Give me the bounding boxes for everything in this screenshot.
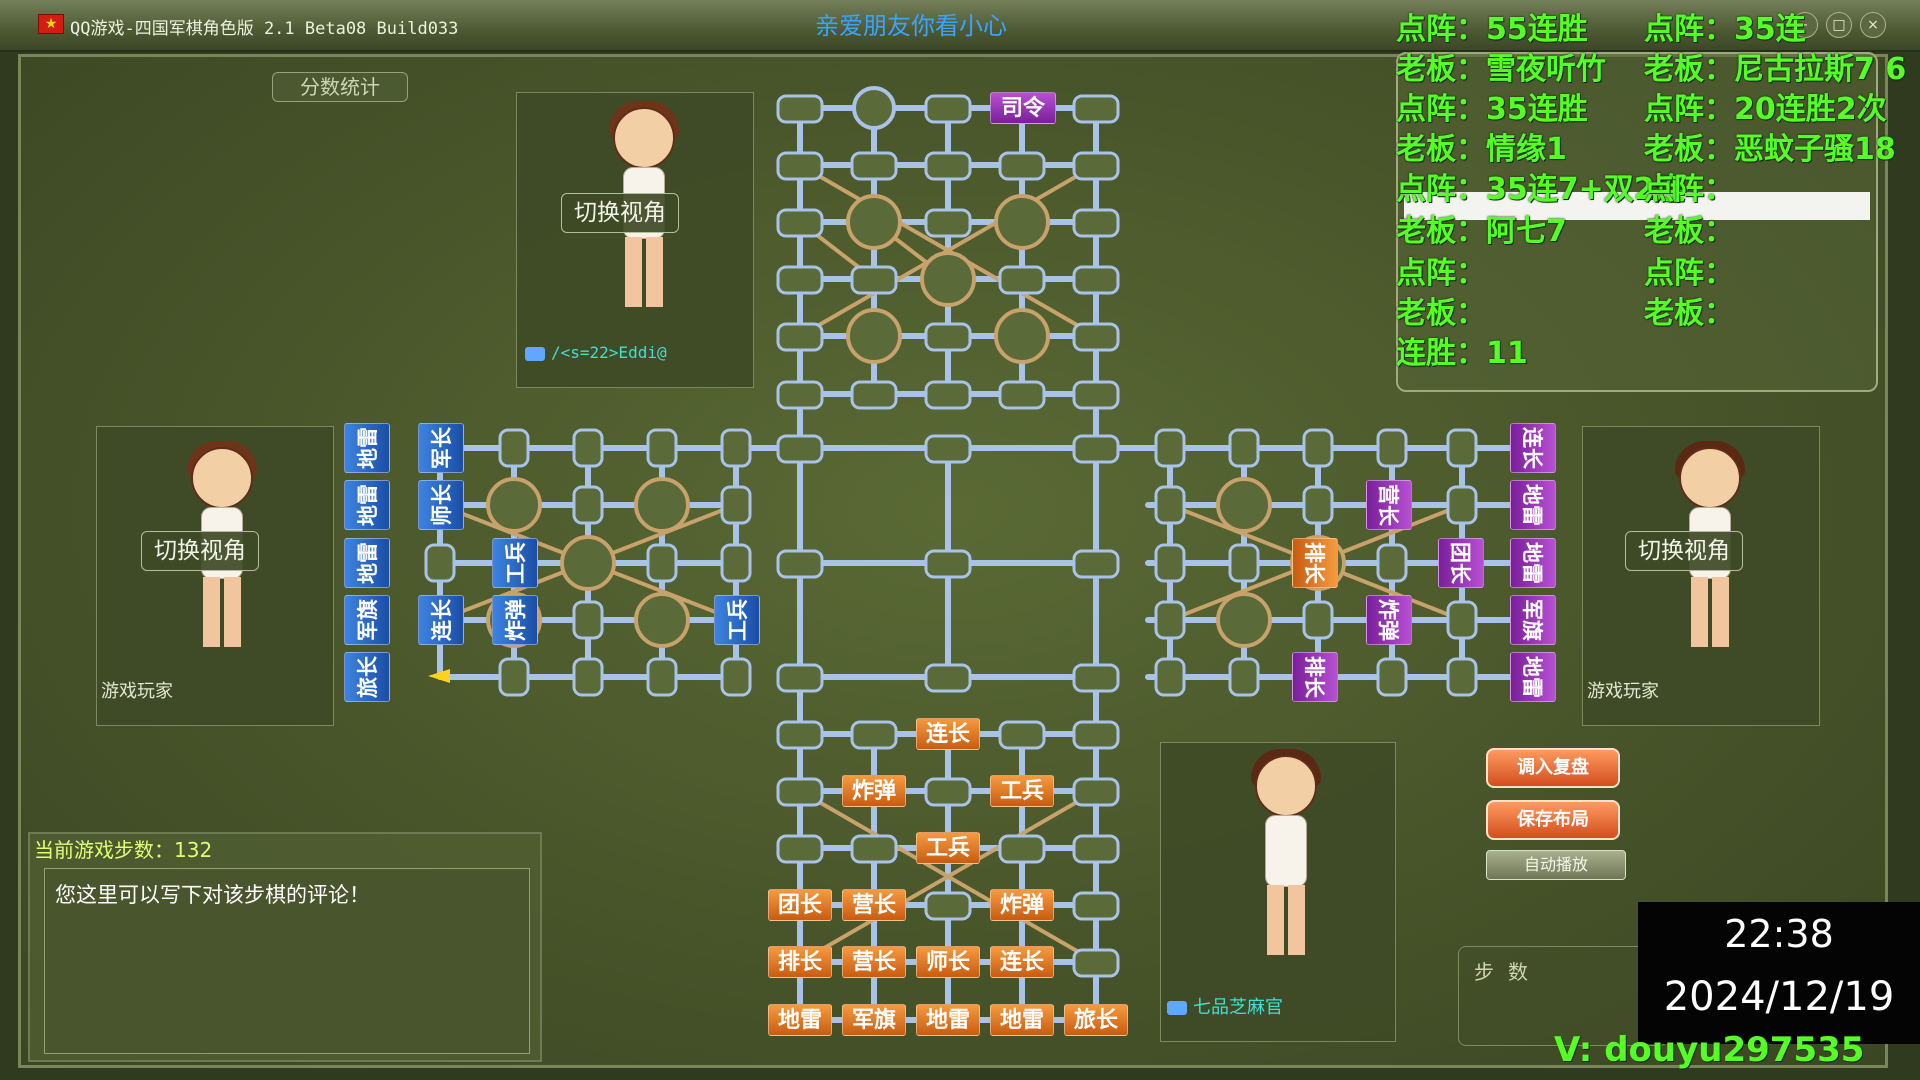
overlay-text: 点阵：20连胜2次 — [1644, 92, 1887, 127]
right-player-name: 游戏玩家 — [1587, 681, 1659, 702]
piece-right[interactable]: 排长 — [1292, 538, 1338, 588]
piece-right[interactable]: 地雷 — [1510, 652, 1556, 702]
piece-bottom[interactable]: 团长 — [768, 889, 832, 921]
piece-right[interactable]: 地雷 — [1510, 538, 1556, 588]
piece-left[interactable]: 师长 — [418, 480, 464, 530]
piece-bottom[interactable]: 师长 — [916, 946, 980, 978]
left-player-name: 游戏玩家 — [101, 681, 173, 702]
overlay-text: 点阵： — [1644, 256, 1734, 291]
auto-play-button[interactable]: 自动播放 — [1486, 850, 1626, 880]
piece-bottom[interactable]: 旅长 — [1064, 1004, 1128, 1036]
streamer-watermark: V: douyu297535 — [1554, 1030, 1865, 1070]
piece-bottom[interactable]: 炸弹 — [990, 889, 1054, 921]
overlay-text: 点阵： — [1396, 256, 1486, 291]
piece-bottom[interactable]: 军旗 — [842, 1004, 906, 1036]
piece-right[interactable]: 军旗 — [1510, 595, 1556, 645]
piece-right[interactable]: 排长 — [1292, 652, 1338, 702]
bottom-player-name-text: 七品芝麻官 — [1193, 997, 1283, 1018]
piece-left[interactable]: 工兵 — [492, 538, 538, 588]
overlay-text: 点阵：35连7+双2连 — [1396, 172, 1685, 207]
switch-view-button-top[interactable]: 切换视角 — [561, 193, 679, 233]
overlay-text: 老板：情缘1 — [1396, 132, 1567, 167]
piece-left[interactable]: 炸弹 — [492, 595, 538, 645]
system-clock: 22:38 2024/12/19 — [1638, 902, 1920, 1044]
piece-left[interactable]: 工兵 — [714, 595, 760, 645]
piece-bottom[interactable]: 连长 — [916, 718, 980, 750]
overlay-text: 老板： — [1644, 296, 1734, 331]
overlay-text: 点阵：35连胜 — [1396, 92, 1588, 127]
piece-left[interactable]: 连长 — [418, 595, 464, 645]
piece-right[interactable]: 团长 — [1438, 538, 1484, 588]
overlay-text: 点阵：55连胜 — [1396, 12, 1588, 47]
piece-bottom[interactable]: 工兵 — [916, 832, 980, 864]
right-player-panel: 切换视角 游戏玩家 — [1582, 426, 1820, 726]
piece-bottom[interactable]: 营长 — [842, 946, 906, 978]
top-player-panel: 切换视角 /<s=22>Eddi@ — [516, 92, 754, 388]
piece-right[interactable]: 营长 — [1366, 480, 1412, 530]
bottom-player-avatar — [1237, 749, 1321, 955]
piece-top[interactable]: 司令 — [990, 92, 1056, 124]
step-count-label: 当前游戏步数：132 — [34, 838, 213, 862]
top-player-name: /<s=22>Eddi@ — [525, 343, 667, 362]
overlay-text: 老板：雪夜听竹 — [1396, 52, 1606, 87]
overlay-text: 老板： — [1644, 214, 1734, 249]
piece-left[interactable]: 军长 — [418, 423, 464, 473]
piece-bottom[interactable]: 炸弹 — [842, 775, 906, 807]
switch-view-button-left[interactable]: 切换视角 — [141, 531, 259, 571]
gem-icon — [525, 346, 545, 361]
piece-left[interactable]: 地雷 — [344, 423, 390, 473]
piece-left[interactable]: 军旗 — [344, 595, 390, 645]
comment-input[interactable]: 您这里可以写下对该步棋的评论！ — [44, 868, 530, 1054]
bottom-player-name: 七品芝麻官 — [1167, 993, 1283, 1019]
left-player-panel: 切换视角 游戏玩家 — [96, 426, 334, 726]
piece-left[interactable]: 旅长 — [344, 652, 390, 702]
clock-date: 2024/12/19 — [1663, 974, 1895, 1020]
piece-left[interactable]: 地雷 — [344, 538, 390, 588]
overlay-text: 点阵： — [1644, 172, 1734, 207]
top-player-name-text: /<s=22>Eddi@ — [551, 343, 667, 362]
piece-bottom[interactable]: 连长 — [990, 946, 1054, 978]
overlay-text: 点阵：35连 — [1644, 12, 1806, 47]
piece-bottom[interactable]: 工兵 — [990, 775, 1054, 807]
piece-bottom[interactable]: 营长 — [842, 889, 906, 921]
piece-left[interactable]: 地雷 — [344, 480, 390, 530]
clock-time: 22:38 — [1724, 912, 1834, 956]
gem-icon — [1167, 1001, 1187, 1015]
overlay-text: 老板：阿七7 — [1396, 214, 1567, 249]
piece-right[interactable]: 地雷 — [1510, 480, 1556, 530]
save-layout-button[interactable]: 保存布局 — [1486, 800, 1620, 840]
overlay-text: 老板：尼古拉斯7 6 — [1644, 52, 1907, 87]
piece-bottom[interactable]: 地雷 — [916, 1004, 980, 1036]
piece-right[interactable]: 连长 — [1510, 423, 1556, 473]
steps-label: 步数 — [1474, 960, 1542, 984]
piece-bottom[interactable]: 地雷 — [768, 1004, 832, 1036]
load-replay-button[interactable]: 调入复盘 — [1486, 748, 1620, 788]
overlay-text: 老板：恶蚊子骚18 — [1644, 132, 1896, 167]
piece-bottom[interactable]: 排长 — [768, 946, 832, 978]
piece-right[interactable]: 炸弹 — [1366, 595, 1412, 645]
overlay-text: 老板： — [1396, 296, 1486, 331]
overlay-text: 连胜：11 — [1396, 336, 1528, 371]
bottom-player-panel: 七品芝麻官 — [1160, 742, 1396, 1042]
switch-view-button-right[interactable]: 切换视角 — [1625, 531, 1743, 571]
piece-bottom[interactable]: 地雷 — [990, 1004, 1054, 1036]
